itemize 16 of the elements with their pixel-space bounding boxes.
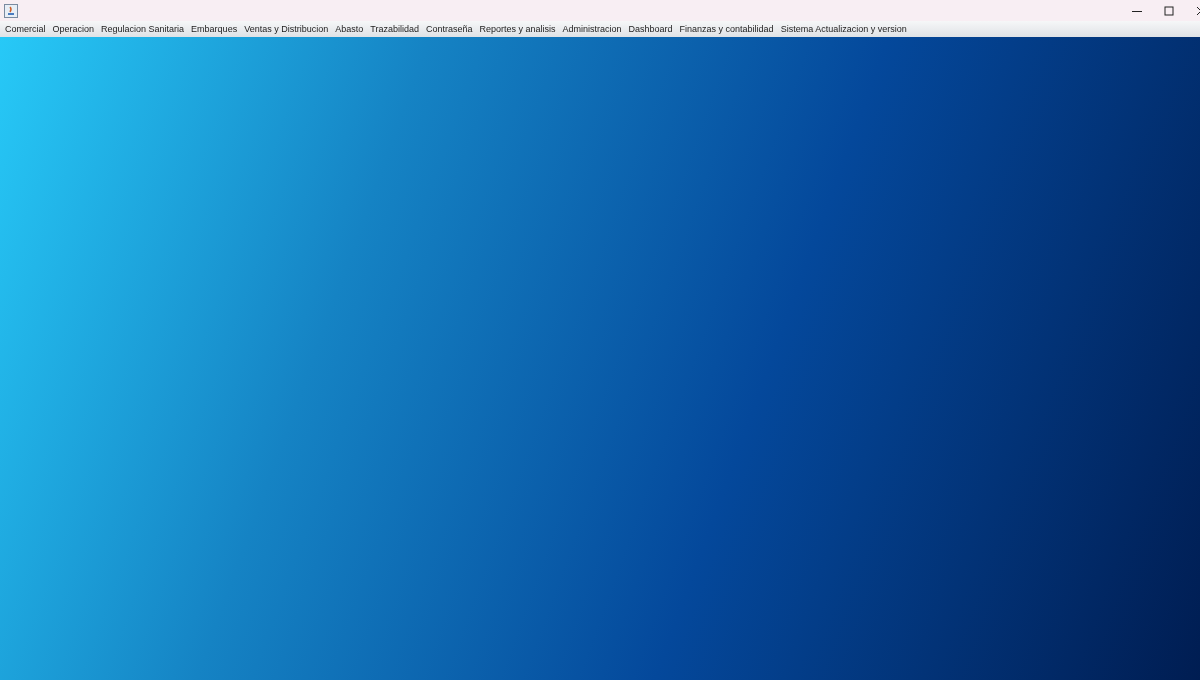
menu-item[interactable]: Regulacion Sanitaria (100, 24, 186, 34)
menu-item[interactable]: Dashboard (627, 24, 674, 34)
menu-item[interactable]: Trazabilidad (369, 24, 420, 34)
menu-item[interactable]: Comercial (4, 24, 47, 34)
menu-item[interactable]: Embarques (190, 24, 239, 34)
menu-item[interactable]: Contraseña (424, 24, 474, 34)
maximize-icon[interactable] (1164, 5, 1174, 16)
close-icon[interactable] (1196, 5, 1200, 16)
menu-item[interactable]: Sistema Actualizacion y version (779, 24, 908, 34)
app-icon (4, 3, 18, 18)
menu-item[interactable]: Operacion (51, 24, 96, 34)
menu-item[interactable]: Abasto (334, 24, 365, 34)
menu-item[interactable]: Finanzas y contabilidad (678, 24, 775, 34)
menu-item[interactable]: Ventas y Distribucion (243, 24, 330, 34)
menu-item[interactable]: Reportes y analisis (478, 24, 557, 34)
menu-item[interactable]: Administracion (561, 24, 623, 34)
